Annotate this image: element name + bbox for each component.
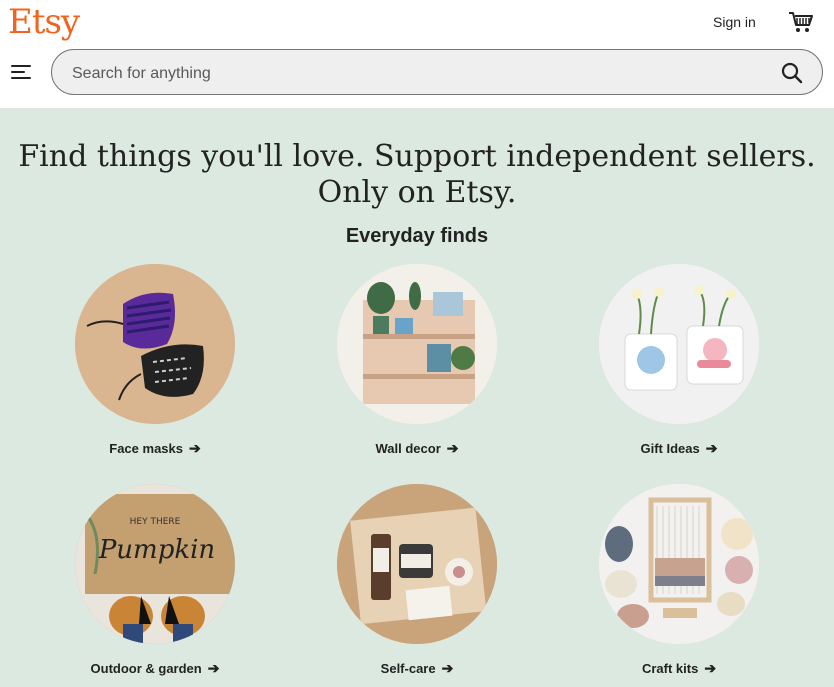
arrow-right-icon: ➔ <box>704 660 717 676</box>
category-craft-kits[interactable]: Craft kits ➔ <box>579 484 779 677</box>
arrow-right-icon: ➔ <box>189 440 201 456</box>
category-label: Self-care ➔ <box>380 660 454 676</box>
category-outdoor-garden[interactable]: HEY THERE Pumpkin Outdoor & garden ➔ <box>55 484 255 677</box>
arrow-right-icon: ➔ <box>207 660 220 676</box>
cart-icon[interactable] <box>788 10 814 34</box>
category-label: Wall decor ➔ <box>375 440 459 456</box>
category-gift-ideas[interactable]: Gift Ideas ➔ <box>579 264 779 457</box>
etsy-logo[interactable]: Etsy <box>8 2 80 42</box>
category-face-masks[interactable]: Face masks ➔ <box>55 264 255 457</box>
outdoor-garden-image: HEY THERE Pumpkin <box>75 484 235 644</box>
category-label: Outdoor & garden ➔ <box>90 660 220 676</box>
wall-decor-image <box>337 264 497 424</box>
craft-kits-image <box>599 484 759 644</box>
svg-text:Pumpkin: Pumpkin <box>98 535 215 565</box>
svg-text:HEY THERE: HEY THERE <box>130 517 181 527</box>
hero-section: Find things you'll love. Support indepen… <box>0 109 834 687</box>
arrow-right-icon: ➔ <box>705 440 718 456</box>
category-label: Face masks ➔ <box>109 440 201 456</box>
self-care-image <box>337 484 497 644</box>
arrow-right-icon: ➔ <box>446 440 459 456</box>
sign-in-link[interactable]: Sign in <box>713 14 756 30</box>
search-icon[interactable] <box>780 61 804 85</box>
arrow-right-icon: ➔ <box>441 660 454 676</box>
site-header: Etsy Sign in <box>0 0 834 109</box>
gift-ideas-image <box>599 264 759 424</box>
search-bar <box>51 49 823 98</box>
search-input[interactable] <box>70 50 764 98</box>
menu-icon[interactable] <box>11 64 31 80</box>
hero-headline: Find things you'll love. Support indepen… <box>18 139 816 210</box>
category-wall-decor[interactable]: Wall decor ➔ <box>317 264 517 457</box>
category-label: Craft kits ➔ <box>641 660 717 676</box>
face-masks-image <box>75 264 235 424</box>
everyday-finds-heading: Everyday finds <box>345 225 489 247</box>
category-label: Gift Ideas ➔ <box>640 440 718 456</box>
category-self-care[interactable]: Self-care ➔ <box>317 484 517 677</box>
